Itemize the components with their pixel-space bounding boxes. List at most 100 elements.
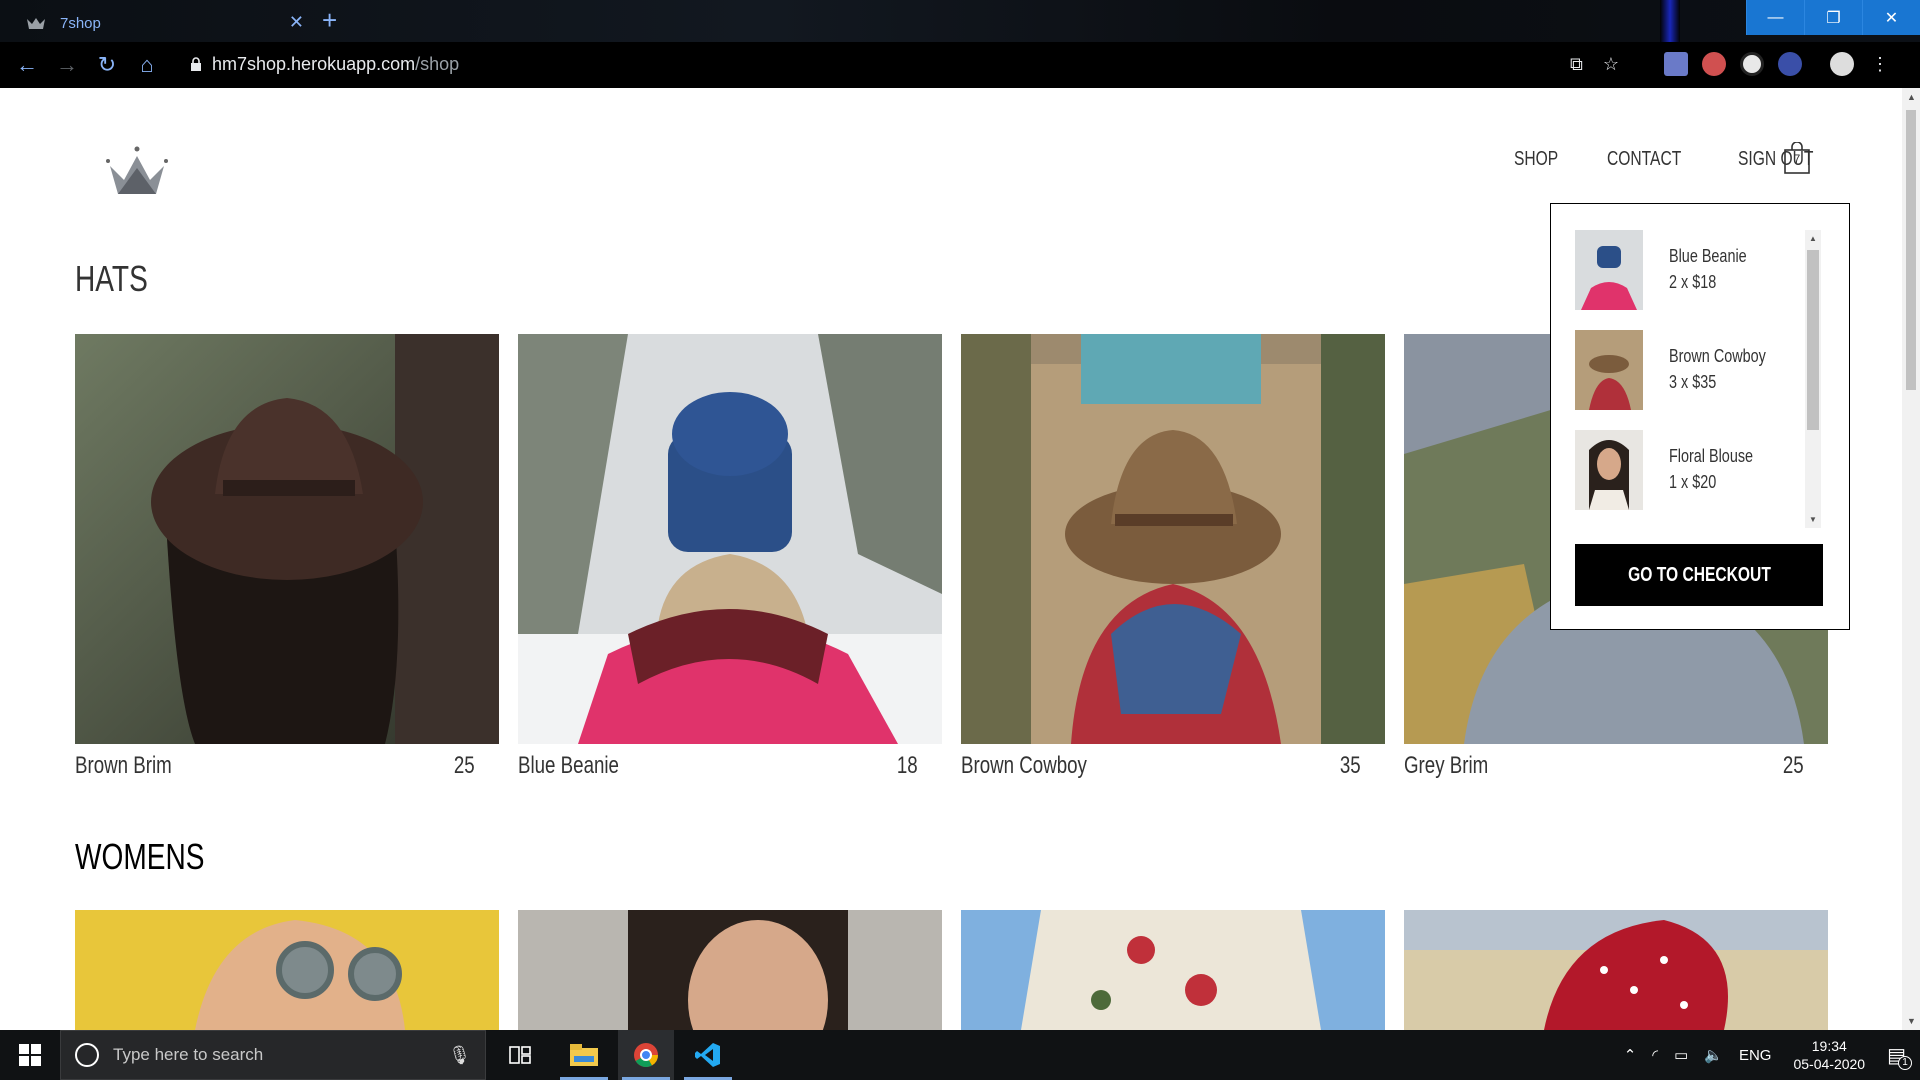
product-card[interactable]: [1404, 910, 1828, 1030]
checkout-button[interactable]: GO TO CHECKOUT: [1575, 544, 1823, 606]
forward-arrow-icon[interactable]: →: [54, 52, 80, 78]
scrollbar-thumb[interactable]: [1807, 250, 1819, 430]
product-footer: Brown Cowboy 35: [961, 752, 1385, 780]
product-name: Brown Brim: [75, 752, 172, 779]
restore-button[interactable]: ❐: [1804, 0, 1862, 35]
product-card[interactable]: Brown Cowboy 35: [961, 334, 1385, 780]
extension-icon[interactable]: [1702, 52, 1726, 76]
scroll-up-arrow-icon[interactable]: ▲: [1907, 92, 1916, 102]
product-price: 25: [454, 752, 475, 779]
cart-item-quantity: 2 x $18: [1669, 272, 1717, 292]
cart-item-image: [1575, 230, 1643, 310]
cart-item: Floral Blouse 1 x $20: [1575, 430, 1805, 510]
extensions-area: ⋮: [1664, 52, 1892, 76]
cart-item-name: Blue Beanie: [1669, 246, 1747, 266]
clock-time: 19:34: [1811, 1038, 1847, 1054]
crown-logo-icon[interactable]: [104, 144, 170, 200]
cart-count: 7: [1793, 152, 1801, 166]
product-price: 35: [1340, 752, 1361, 779]
cart-item-image: [1575, 330, 1643, 410]
cart-item: Blue Beanie 2 x $18: [1575, 230, 1805, 310]
windows-logo-icon: [19, 1044, 41, 1066]
cart-item-name: Brown Cowboy: [1669, 346, 1766, 366]
cart-item-image: [1575, 430, 1643, 510]
product-image: [961, 334, 1385, 744]
product-card[interactable]: [75, 910, 499, 1030]
bookmark-star-icon[interactable]: ☆: [1603, 54, 1619, 75]
product-image: [518, 334, 942, 744]
product-card[interactable]: [961, 910, 1385, 1030]
section-title-hats[interactable]: HATS: [75, 258, 148, 300]
cart-items-list[interactable]: Blue Beanie 2 x $18 Brown Cowboy 3 x $35…: [1571, 230, 1827, 530]
file-explorer-icon[interactable]: [556, 1030, 612, 1080]
chrome-icon[interactable]: [618, 1030, 674, 1080]
search-placeholder: Type here to search: [113, 1045, 264, 1064]
new-tab-button[interactable]: +: [322, 6, 337, 34]
cart-scrollbar[interactable]: ▲ ▼: [1805, 230, 1821, 528]
product-image: [75, 334, 499, 744]
address-toolbar: ← → ↻ ⌂ hm7shop.herokuapp.com/shop ⧉ ☆ ⋮: [0, 42, 1920, 88]
background-streak: [1660, 0, 1680, 42]
open-external-icon[interactable]: ⧉: [1570, 54, 1583, 75]
minimize-button[interactable]: —: [1746, 0, 1804, 35]
cart-dropdown: Blue Beanie 2 x $18 Brown Cowboy 3 x $35…: [1550, 203, 1850, 630]
extension-icon[interactable]: [1664, 52, 1688, 76]
taskbar: Type here to search 🎙 ⌃ ◜ ▭ 🔈 ENG 19:34 …: [0, 1030, 1920, 1080]
product-footer: Blue Beanie 18: [518, 752, 942, 780]
scroll-down-arrow-icon[interactable]: ▼: [1907, 1016, 1916, 1026]
notification-center-icon[interactable]: ▤ 1: [1887, 1043, 1912, 1070]
tab-title: 7shop: [60, 14, 101, 32]
product-image: [75, 910, 499, 1030]
tab-close-icon[interactable]: ✕: [289, 12, 304, 33]
omnibox-actions: ⧉ ☆: [1570, 54, 1619, 75]
close-window-button[interactable]: ✕: [1862, 0, 1920, 35]
product-footer: Brown Brim 25: [75, 752, 499, 780]
extension-icon[interactable]: [1778, 52, 1802, 76]
wifi-icon[interactable]: ◜: [1652, 1046, 1658, 1064]
cart-item-quantity: 1 x $20: [1669, 472, 1717, 492]
url-text: hm7shop.herokuapp.com/shop: [212, 53, 460, 74]
battery-icon[interactable]: ▭: [1674, 1046, 1688, 1064]
taskbar-search[interactable]: Type here to search 🎙: [60, 1030, 486, 1080]
browser-tab-bar: 7shop ✕ + — ❐ ✕: [0, 0, 1920, 42]
product-image: [961, 910, 1385, 1030]
page-scrollbar[interactable]: ▲ ▼: [1902, 88, 1920, 1030]
scrollbar-thumb[interactable]: [1906, 110, 1916, 390]
url-bar[interactable]: hm7shop.herokuapp.com/shop: [176, 46, 1616, 82]
browser-tab[interactable]: 7shop ✕: [14, 4, 314, 42]
extension-icon[interactable]: [1740, 52, 1764, 76]
start-button[interactable]: [0, 1030, 60, 1080]
product-card[interactable]: [518, 910, 942, 1030]
product-image: [1404, 910, 1828, 1030]
reload-icon[interactable]: ↻: [94, 52, 120, 78]
product-name: Grey Brim: [1404, 752, 1489, 779]
scroll-up-arrow-icon[interactable]: ▲: [1809, 234, 1817, 243]
microphone-icon[interactable]: 🎙: [448, 1045, 471, 1066]
cart-item-name: Floral Blouse: [1669, 446, 1754, 466]
menu-kebab-icon[interactable]: ⋮: [1868, 52, 1892, 76]
language-indicator[interactable]: ENG: [1739, 1047, 1772, 1064]
vscode-icon[interactable]: [680, 1030, 736, 1080]
lock-icon: [191, 57, 201, 71]
notification-count: 1: [1898, 1055, 1912, 1070]
home-icon[interactable]: ⌂: [134, 52, 160, 78]
nav-contact[interactable]: CONTACT: [1607, 148, 1681, 171]
cart-bag-icon[interactable]: 7: [1784, 141, 1810, 174]
system-tray: ⌃ ◜ ▭ 🔈 ENG 19:34 05-04-2020 ▤ 1: [1616, 1030, 1920, 1080]
clock[interactable]: 19:34 05-04-2020: [1793, 1037, 1865, 1073]
clock-date: 05-04-2020: [1793, 1056, 1866, 1072]
nav-shop[interactable]: SHOP: [1514, 148, 1558, 171]
profile-avatar-icon[interactable]: [1830, 52, 1854, 76]
crown-favicon-icon: [27, 18, 45, 29]
product-name: Brown Cowboy: [961, 752, 1087, 779]
task-view-icon[interactable]: [492, 1030, 548, 1080]
back-arrow-icon[interactable]: ←: [14, 52, 40, 78]
volume-icon[interactable]: 🔈: [1704, 1046, 1723, 1064]
scroll-down-arrow-icon[interactable]: ▼: [1809, 515, 1817, 524]
section-title-womens[interactable]: WOMENS: [75, 836, 204, 878]
product-card[interactable]: Brown Brim 25: [75, 334, 499, 780]
chevron-up-icon[interactable]: ⌃: [1624, 1046, 1637, 1064]
product-card[interactable]: Blue Beanie 18: [518, 334, 942, 780]
product-name: Blue Beanie: [518, 752, 619, 779]
product-footer: Grey Brim 25: [1404, 752, 1828, 780]
